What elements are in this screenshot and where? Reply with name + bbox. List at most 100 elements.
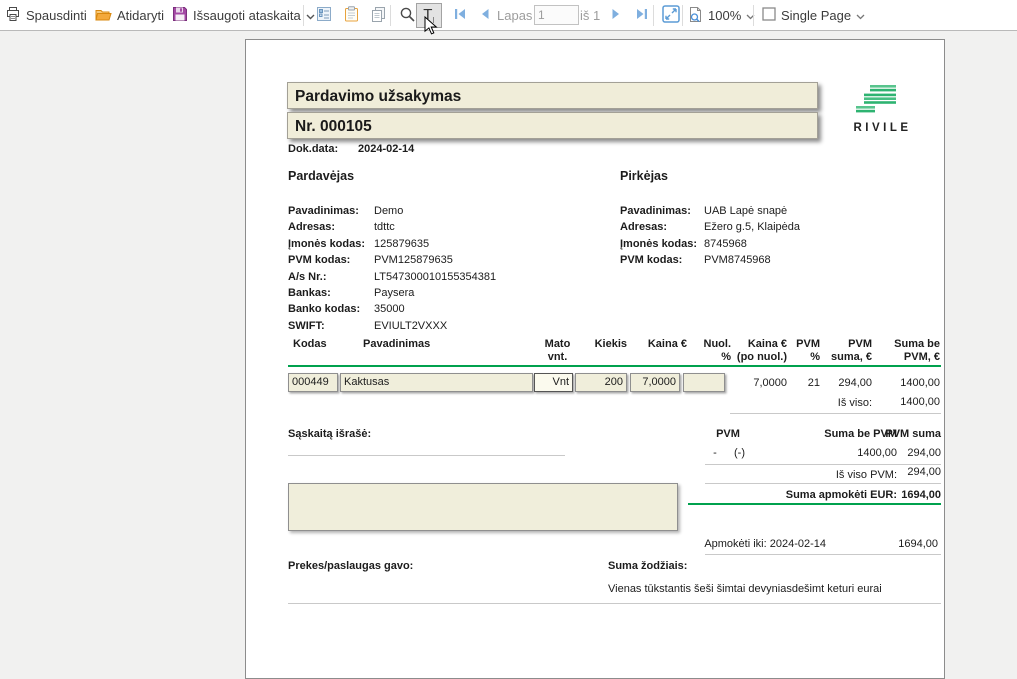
chevron-down-icon [856, 8, 865, 23]
buyer-heading: Pirkėjas [620, 169, 668, 183]
suma-apmoketi-value: 1694,00 [881, 489, 941, 501]
col-header-kaina-po-nuol: Kaina €(po nuol.) [730, 338, 787, 364]
suma-apmoketi-label: Suma apmokėti EUR: [767, 489, 897, 501]
footer-line [288, 603, 941, 604]
last-page-button[interactable] [629, 3, 655, 28]
buyer-row: Adresas:Ežero g.5, Klaipėda [620, 219, 800, 235]
col-header-suma-be-pvm: Suma bePVM, € [880, 338, 940, 364]
buyer-details: Pavadinimas:UAB Lapė snapė Adresas:Ežero… [620, 203, 800, 269]
toolbar-separator [682, 5, 683, 26]
col-header-kaina: Kaina € [630, 338, 687, 351]
suma-zodziais-value: Vienas tūkstantis šeši šimtai devyniasde… [608, 583, 882, 595]
divider [705, 464, 941, 465]
col-header-pavadinimas: Pavadinimas [363, 338, 513, 351]
rivile-logo: RIVILE [850, 85, 912, 134]
search-icon [399, 6, 416, 26]
buyer-row: PVM kodas:PVM8745968 [620, 252, 800, 268]
print-button[interactable]: Spausdinti [5, 0, 87, 31]
page-number-input[interactable] [534, 5, 579, 25]
col-header-kiekis: Kiekis [580, 338, 627, 351]
page-magnifier-icon [688, 6, 703, 26]
last-page-icon [635, 7, 649, 24]
item-kodas-field[interactable]: 000449 [288, 373, 338, 392]
item-kaina-field[interactable]: 7,0000 [630, 373, 680, 392]
previous-page-icon [478, 7, 492, 24]
seller-heading: Pardavėjas [288, 169, 354, 183]
item-nuol-field[interactable] [683, 373, 725, 392]
toolbar-separator [303, 5, 304, 26]
prekes-gavo-label: Prekes/paslaugas gavo: [288, 560, 413, 572]
item-mato-vnt-field[interactable]: Vnt [534, 373, 573, 392]
notes-field[interactable] [288, 483, 678, 531]
seller-details: Pavadinimas:Demo Adresas:tdttc Įmonės ko… [288, 203, 496, 334]
pvm-header: PVM [708, 428, 748, 440]
toolbar-separator [753, 5, 754, 26]
clipboard-icon [344, 6, 359, 25]
preview-workspace: Pardavimo užsakymas Nr. 000105 RIVILE Do… [0, 31, 1017, 627]
print-button-label: Spausdinti [26, 8, 87, 23]
seller-row: Įmonės kodas:125879635 [288, 236, 496, 252]
toolbar-separator [653, 5, 654, 26]
suma-zodziais-label: Suma žodžiais: [608, 560, 687, 572]
rivile-logo-text: RIVILE [853, 122, 912, 134]
folder-open-icon [95, 7, 112, 25]
seller-row: Bankas:Paysera [288, 285, 496, 301]
pvm-rate-dash: - [710, 447, 720, 459]
dok-data-label: Dok.data: [288, 143, 338, 155]
col-header-mato-vnt: Matovnt. [535, 338, 580, 364]
item-pvm-suma: 294,00 [823, 377, 872, 389]
first-page-icon [453, 7, 467, 24]
dok-data-value: 2024-02-14 [358, 143, 414, 155]
document-number: Nr. 000105 [287, 112, 818, 139]
buyer-row: Pavadinimas:UAB Lapė snapė [620, 203, 800, 219]
first-page-button[interactable] [447, 3, 473, 28]
page-label: Lapas [497, 8, 532, 23]
single-page-icon [762, 7, 776, 24]
report-page: Pardavimo užsakymas Nr. 000105 RIVILE Do… [245, 39, 945, 679]
table-header-rule [288, 365, 941, 367]
report-toolbar: Spausdinti Atidaryti Išsaugoti ataskaita [0, 0, 1017, 31]
tree-view-icon [316, 6, 332, 25]
col-header-nuol: Nuol.% [690, 338, 731, 364]
col-header-pvm-suma: PVMsuma, € [823, 338, 872, 364]
view-mode-control[interactable]: Single Page [762, 0, 865, 31]
item-pavadinimas-field[interactable]: Kaktusas [340, 373, 533, 392]
next-page-icon [609, 7, 623, 24]
col-header-kodas: Kodas [293, 338, 353, 351]
saskaita-israse-label: Sąskaitą išrašė: [288, 428, 371, 440]
divider [705, 483, 941, 484]
seller-row: PVM kodas:PVM125879635 [288, 252, 496, 268]
printer-icon [5, 6, 21, 25]
seller-row: Pavadinimas:Demo [288, 203, 496, 219]
item-pvm-proc: 21 [793, 377, 820, 389]
document-map-button[interactable] [311, 3, 337, 28]
zoom-control[interactable]: 100% [688, 0, 755, 31]
item-kaina-po-nuol: 7,0000 [730, 377, 787, 389]
document-title: Pardavimo užsakymas [287, 82, 818, 109]
apmoketi-iki-value: 1694,00 [878, 538, 938, 550]
pvm-suma-header: PVM suma [881, 428, 941, 440]
previous-page-button[interactable] [472, 3, 498, 28]
fullscreen-button[interactable] [658, 3, 684, 28]
clipboard-button[interactable] [338, 3, 364, 28]
seller-row: Banko kodas:35000 [288, 301, 496, 317]
copy-button[interactable] [365, 3, 391, 28]
apmoketi-iki-text: Apmokėti iki: 2024-02-14 [676, 538, 826, 550]
save-report-button[interactable]: Išsaugoti ataskaita [172, 0, 315, 31]
save-button-label: Išsaugoti ataskaita [193, 8, 301, 23]
zoom-value: 100% [708, 8, 741, 23]
item-kiekis-field[interactable]: 200 [575, 373, 627, 392]
col-header-pvm-proc: PVM% [793, 338, 820, 364]
seller-row: A/s Nr.:LT547300010155354381 [288, 269, 496, 285]
seller-row: SWIFT:EVIULT2VXXX [288, 318, 496, 334]
open-button[interactable]: Atidaryti [95, 0, 164, 31]
total-green-rule [688, 503, 941, 505]
save-icon [172, 6, 188, 25]
next-page-button[interactable] [603, 3, 629, 28]
divider [730, 413, 941, 414]
buyer-row: Įmonės kodas:8745968 [620, 236, 800, 252]
page-of-label: iš 1 [580, 8, 600, 23]
mouse-cursor [424, 16, 438, 42]
item-suma-be-pvm: 1400,00 [880, 377, 940, 389]
pvm-amount-value: 294,00 [881, 447, 941, 459]
